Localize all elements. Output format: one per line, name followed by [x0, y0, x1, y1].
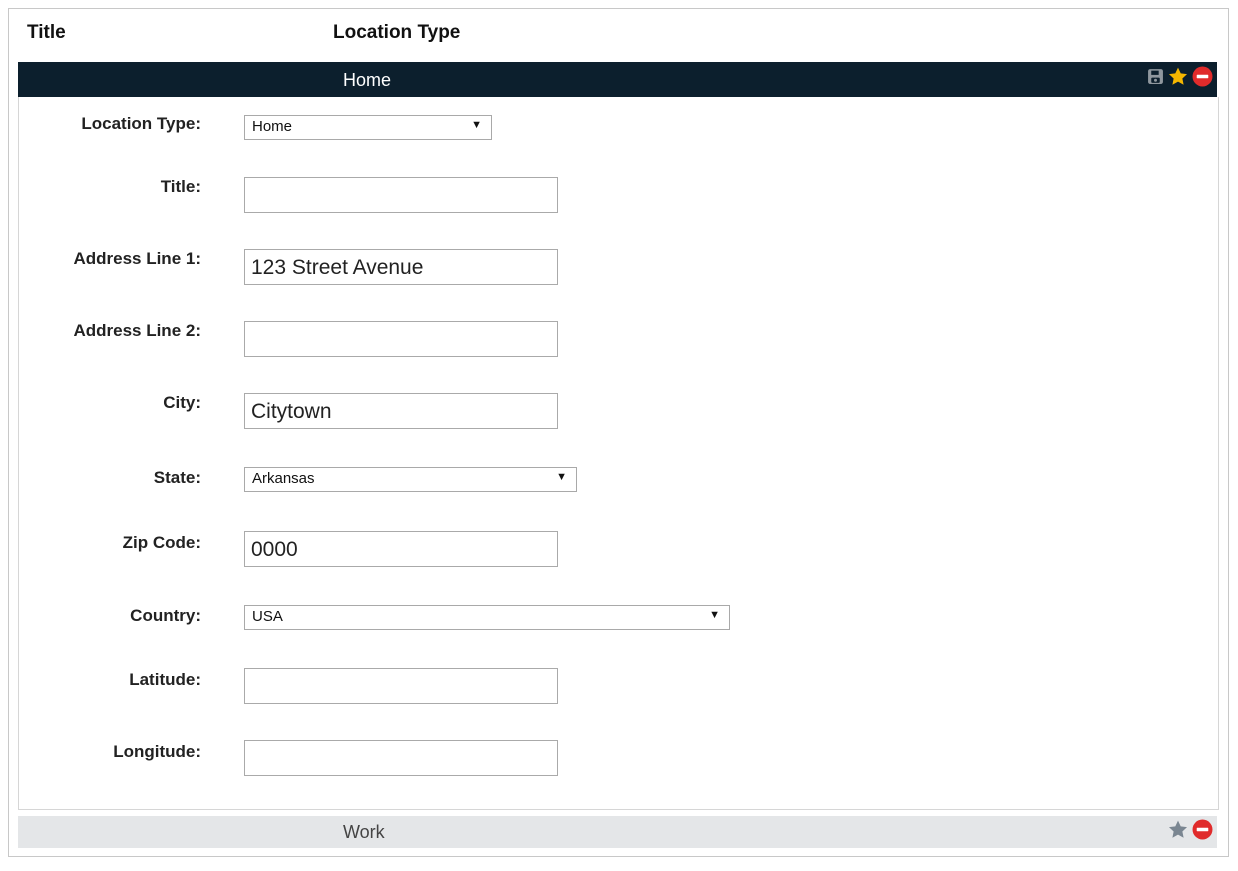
location-type-value: Home: [252, 118, 293, 135]
chevron-down-icon: ▼: [709, 609, 720, 621]
remove-icon[interactable]: [1192, 819, 1213, 840]
state-value: Arkansas: [252, 470, 315, 487]
location-row-label: Home: [343, 70, 392, 90]
location-row-work[interactable]: Work: [18, 816, 1217, 848]
city-label: City:: [163, 393, 201, 412]
longitude-field[interactable]: [244, 740, 558, 776]
zip-code-field[interactable]: [244, 531, 558, 567]
row-actions: [1167, 819, 1213, 840]
title-label: Title:: [160, 177, 201, 196]
city-field[interactable]: [244, 393, 558, 429]
chevron-down-icon: ▼: [471, 119, 482, 131]
locations-panel: Title Location Type Home Location Type: …: [8, 8, 1229, 857]
remove-icon[interactable]: [1192, 66, 1213, 87]
column-header-location-type: Location Type: [333, 22, 461, 43]
address-line-1-label: Address Line 1:: [73, 249, 201, 268]
country-value: USA: [252, 608, 283, 625]
location-type-label: Location Type:: [81, 114, 201, 133]
state-label: State:: [153, 468, 201, 487]
latitude-label: Latitude:: [129, 670, 201, 689]
location-type-select[interactable]: Home ▼: [244, 115, 492, 140]
row-actions: [1147, 66, 1213, 87]
country-select[interactable]: USA ▼: [244, 605, 730, 630]
column-header-title: Title: [27, 22, 66, 43]
location-row-label: Work: [343, 822, 385, 842]
state-select[interactable]: Arkansas ▼: [244, 467, 577, 492]
address-line-2-label: Address Line 2:: [73, 321, 201, 340]
title-field[interactable]: [244, 177, 558, 213]
save-icon[interactable]: [1147, 68, 1164, 85]
address-line-1-field[interactable]: [244, 249, 558, 285]
country-label: Country:: [130, 606, 201, 625]
star-icon[interactable]: [1167, 819, 1189, 840]
star-icon[interactable]: [1167, 66, 1189, 87]
zip-code-label: Zip Code:: [122, 533, 201, 552]
location-form: Location Type: Home ▼ Title: Address Lin…: [18, 97, 1219, 810]
chevron-down-icon: ▼: [556, 471, 567, 483]
latitude-field[interactable]: [244, 668, 558, 704]
location-row-home[interactable]: Home: [18, 62, 1217, 97]
longitude-label: Longitude:: [113, 742, 201, 761]
address-line-2-field[interactable]: [244, 321, 558, 357]
